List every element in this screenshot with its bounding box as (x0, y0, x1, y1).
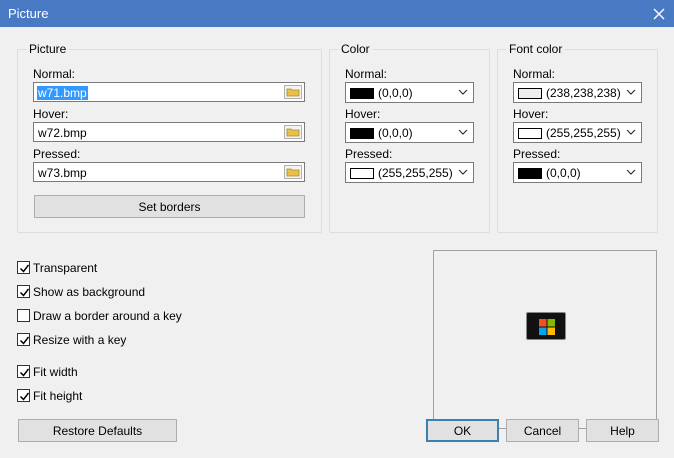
checkmark-icon (19, 264, 30, 273)
draw-border-checkbox[interactable]: Draw a border around a key (17, 308, 207, 323)
font-hover-select[interactable]: (255,255,255) (513, 122, 642, 143)
color-swatch (518, 128, 542, 139)
picture-hover-label: Hover: (33, 107, 69, 121)
folder-icon[interactable] (284, 165, 302, 179)
draw-border-label: Draw a border around a key (33, 309, 182, 323)
color-pressed-label: Pressed: (345, 147, 393, 161)
chevron-down-icon (626, 169, 636, 175)
picture-normal-field[interactable]: w71.bmp (33, 82, 305, 102)
color-hover-label: Hover: (345, 107, 381, 121)
color-swatch (350, 168, 374, 179)
checkmark-icon (19, 392, 30, 401)
font-pressed-select[interactable]: (0,0,0) (513, 162, 642, 183)
window-title: Picture (8, 6, 49, 21)
cancel-button[interactable]: Cancel (506, 419, 579, 442)
chevron-down-icon (626, 129, 636, 135)
checkmark-icon (19, 368, 30, 377)
color-swatch (350, 88, 374, 99)
picture-group-label: Picture (26, 42, 70, 56)
resize-with-key-label: Resize with a key (33, 333, 127, 347)
chevron-down-icon (458, 169, 468, 175)
color-pressed-value: (255,255,255) (378, 166, 453, 180)
title-bar: Picture (0, 0, 674, 27)
font-hover-label: Hover: (513, 107, 549, 121)
checkmark-icon (19, 336, 30, 345)
show-as-background-label: Show as background (33, 285, 146, 299)
picture-pressed-field[interactable]: w73.bmp (33, 162, 305, 182)
key-preview (433, 250, 657, 429)
font-hover-value: (255,255,255) (546, 126, 621, 140)
fit-width-label: Fit width (33, 365, 78, 379)
checkbox-box[interactable] (17, 309, 30, 322)
resize-with-key-checkbox[interactable]: Resize with a key (17, 332, 157, 347)
close-button[interactable] (644, 0, 674, 27)
color-hover-value: (0,0,0) (378, 126, 413, 140)
picture-hover-field[interactable]: w72.bmp (33, 122, 305, 142)
picture-pressed-value: w73.bmp (38, 166, 87, 180)
color-normal-label: Normal: (345, 67, 388, 81)
transparent-label: Transparent (33, 261, 98, 275)
show-as-background-checkbox[interactable]: Show as background (17, 284, 177, 299)
color-hover-select[interactable]: (0,0,0) (345, 122, 474, 143)
picture-normal-value: w71.bmp (37, 86, 88, 100)
color-swatch (518, 168, 542, 179)
folder-icon[interactable] (284, 85, 302, 99)
chevron-down-icon (458, 89, 468, 95)
folder-icon[interactable] (284, 125, 302, 139)
font-pressed-value: (0,0,0) (546, 166, 581, 180)
fit-height-checkbox[interactable]: Fit height (17, 388, 117, 403)
checkmark-icon (19, 288, 30, 297)
font-pressed-label: Pressed: (513, 147, 561, 161)
fit-height-label: Fit height (33, 389, 83, 403)
checkbox-box[interactable] (17, 261, 30, 274)
picture-normal-label: Normal: (33, 67, 76, 81)
windows-logo-icon (539, 319, 555, 335)
ok-button[interactable]: OK (426, 419, 499, 442)
picture-hover-value: w72.bmp (38, 126, 87, 140)
font-normal-select[interactable]: (238,238,238) (513, 82, 642, 103)
checkbox-box[interactable] (17, 285, 30, 298)
font-color-group-label: Font color (506, 42, 566, 56)
font-normal-value: (238,238,238) (546, 86, 621, 100)
font-normal-label: Normal: (513, 67, 556, 81)
transparent-checkbox[interactable]: Transparent (17, 260, 137, 275)
checkbox-box[interactable] (17, 365, 30, 378)
color-normal-select[interactable]: (0,0,0) (345, 82, 474, 103)
restore-defaults-button[interactable]: Restore Defaults (18, 419, 177, 442)
color-group-label: Color (338, 42, 373, 56)
checkbox-box[interactable] (17, 333, 30, 346)
color-pressed-select[interactable]: (255,255,255) (345, 162, 474, 183)
checkbox-box[interactable] (17, 389, 30, 402)
chevron-down-icon (458, 129, 468, 135)
chevron-down-icon (626, 89, 636, 95)
color-normal-value: (0,0,0) (378, 86, 413, 100)
fit-width-checkbox[interactable]: Fit width (17, 364, 117, 379)
set-borders-button[interactable]: Set borders (34, 195, 305, 218)
preview-key (526, 312, 566, 340)
help-button[interactable]: Help (586, 419, 659, 442)
picture-pressed-label: Pressed: (33, 147, 81, 161)
close-icon (653, 8, 665, 19)
color-swatch (518, 88, 542, 99)
color-swatch (350, 128, 374, 139)
